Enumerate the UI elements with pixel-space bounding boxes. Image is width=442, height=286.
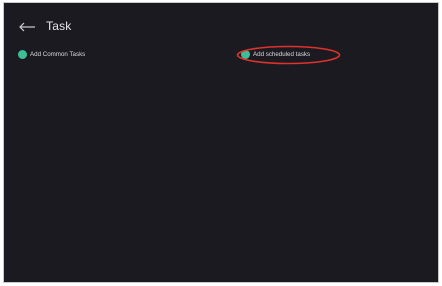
arrow-left-icon[interactable] bbox=[18, 20, 36, 32]
task-screen: Task Add Common Tasks Add scheduled task… bbox=[3, 2, 439, 283]
add-circle-icon bbox=[18, 50, 27, 59]
page-header: Task bbox=[18, 17, 71, 35]
add-scheduled-tasks-label: Add scheduled tasks bbox=[253, 51, 311, 58]
add-circle-icon bbox=[241, 50, 250, 59]
add-common-tasks-button[interactable]: Add Common Tasks bbox=[18, 50, 85, 59]
page-title: Task bbox=[46, 19, 72, 33]
add-scheduled-tasks-button[interactable]: Add scheduled tasks bbox=[241, 50, 310, 59]
add-common-tasks-label: Add Common Tasks bbox=[30, 51, 86, 58]
